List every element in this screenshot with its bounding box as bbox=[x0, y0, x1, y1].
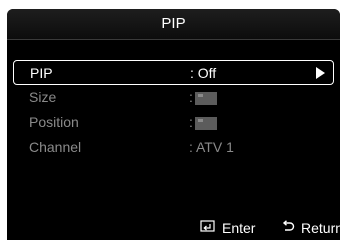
menu-item-channel[interactable]: Channel : ATV 1 bbox=[13, 135, 334, 160]
osd-screen: PIP PIP : Off Size : Position : Channel … bbox=[0, 0, 342, 240]
menu-item-label: Size bbox=[29, 89, 57, 105]
return-label: Return bbox=[301, 219, 340, 236]
menu-item-value: : ATV 1 bbox=[189, 139, 234, 155]
page-title: PIP bbox=[161, 15, 186, 32]
menu-item-value-text: : bbox=[189, 114, 193, 130]
menu-item-value: : bbox=[189, 89, 217, 105]
return-icon bbox=[281, 219, 295, 236]
menu-item-size[interactable]: Size : bbox=[13, 85, 334, 110]
menu-item-label: PIP bbox=[30, 65, 53, 81]
return-hint[interactable]: Return bbox=[281, 219, 340, 236]
position-preview-icon bbox=[194, 116, 217, 130]
menu-item-pip[interactable]: PIP : Off bbox=[13, 60, 334, 85]
menu-item-value: : Off bbox=[190, 65, 217, 81]
enter-label: Enter bbox=[222, 219, 256, 236]
menu-item-position[interactable]: Position : bbox=[13, 110, 334, 135]
arrow-right-icon bbox=[316, 67, 325, 79]
menu-item-label: Channel bbox=[29, 139, 82, 155]
menu-item-label: Position bbox=[29, 114, 79, 130]
pip-menu-panel: PIP PIP : Off Size : Position : Channel … bbox=[7, 9, 340, 240]
enter-hint[interactable]: Enter bbox=[200, 219, 255, 236]
size-preview-icon bbox=[194, 91, 217, 105]
menu-item-value: : bbox=[189, 114, 217, 130]
footer-hints: Enter Return bbox=[7, 214, 340, 240]
enter-icon bbox=[200, 219, 216, 236]
menu-item-value-text: : bbox=[189, 89, 193, 105]
